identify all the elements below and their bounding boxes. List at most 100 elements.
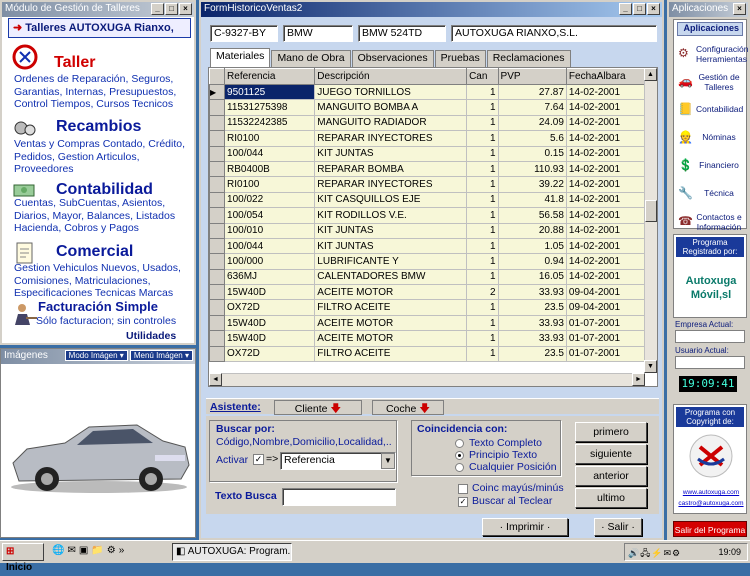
scroll-left-button[interactable]: ◄ bbox=[209, 373, 222, 386]
table-cell[interactable]: RB0400B bbox=[224, 161, 316, 178]
coincidencia-radio[interactable] bbox=[455, 439, 464, 448]
table-cell[interactable]: 14-02-2001 bbox=[566, 161, 652, 178]
utilidades-link[interactable]: Utilidades bbox=[126, 330, 176, 342]
table-cell[interactable]: 14-02-2001 bbox=[566, 84, 652, 101]
table-row[interactable]: 100/054 KIT RODILLOS V.E. 1 56.58 14-02-2001… bbox=[209, 207, 657, 224]
row-indicator[interactable]: ▶ bbox=[209, 83, 226, 101]
table-cell[interactable]: 1.05 bbox=[498, 238, 567, 255]
ultimo-button[interactable]: ultimo bbox=[575, 488, 647, 508]
table-cell[interactable]: 14-02-2001 bbox=[566, 99, 652, 116]
table-cell[interactable]: 100/010 bbox=[224, 223, 316, 239]
table-cell[interactable]: MANGUITO RADIADOR bbox=[314, 115, 468, 132]
tray-icons[interactable]: 🔊🖧⚡✉⚙ bbox=[628, 546, 681, 562]
activar-checkbox[interactable]: ✓ bbox=[253, 454, 264, 465]
table-cell[interactable]: 11532242385 bbox=[224, 115, 316, 132]
table-cell[interactable]: 1 bbox=[466, 299, 499, 316]
app-item[interactable]: Financiero bbox=[674, 160, 746, 170]
row-indicator[interactable] bbox=[209, 222, 226, 239]
table-cell[interactable]: 11531275398 bbox=[224, 99, 316, 116]
close-button[interactable]: × bbox=[733, 3, 746, 15]
table-cell[interactable]: 14-02-2001 bbox=[566, 146, 652, 162]
table-cell[interactable]: 100/000 bbox=[224, 253, 316, 270]
coincidencia-radio[interactable] bbox=[455, 463, 464, 472]
row-indicator[interactable] bbox=[209, 237, 226, 255]
table-cell[interactable]: 01-07-2001 bbox=[566, 330, 652, 347]
table-cell[interactable]: 09-04-2001 bbox=[566, 284, 652, 301]
table-cell[interactable]: 1 bbox=[466, 176, 499, 193]
table-cell[interactable]: 14-02-2001 bbox=[566, 192, 652, 209]
explorer-icon[interactable]: 📁 bbox=[91, 545, 103, 556]
table-cell[interactable]: 15W40D bbox=[224, 284, 316, 301]
table-row[interactable]: 15W40DACEITE MOTOR233.9309-04-2001640002… bbox=[209, 284, 657, 301]
table-row[interactable]: 15W40DACEITE MOTOR133.9301-07-2001783002… bbox=[209, 330, 657, 347]
table-cell[interactable]: MANGUITO BOMBA A bbox=[314, 99, 468, 116]
email-link[interactable]: castro@autoxuga.com bbox=[676, 500, 746, 507]
table-cell[interactable]: 33.93 bbox=[498, 330, 567, 347]
app-item[interactable]: Contabilidad bbox=[674, 104, 746, 114]
row-indicator[interactable] bbox=[209, 253, 226, 270]
table-row[interactable]: 15W40DACEITE MOTOR133.9301-07-2001721002… bbox=[209, 314, 657, 332]
table-cell[interactable]: 16.05 bbox=[498, 269, 567, 286]
table-row[interactable]: 100/044KIT JUNTAS11.0514-02-200161490200… bbox=[209, 237, 657, 255]
table-cell[interactable]: 09-04-2001 bbox=[566, 299, 652, 316]
table-cell[interactable]: ACEITE MOTOR bbox=[314, 330, 468, 347]
table-cell[interactable]: ACEITE MOTOR bbox=[314, 284, 468, 301]
scroll-up-button[interactable]: ▲ bbox=[644, 68, 657, 81]
table-cell[interactable]: 1 bbox=[466, 207, 499, 224]
module-taller[interactable]: Taller Ordenes de Reparación, Seguros, G… bbox=[12, 42, 192, 112]
table-cell[interactable]: 0.15 bbox=[498, 146, 567, 162]
app-item[interactable]: Configuración Herramientas bbox=[674, 44, 748, 64]
scroll-thumb[interactable] bbox=[645, 200, 657, 222]
table-row[interactable]: RB0400BREPARAR BOMBA1110.9314-02-2001614… bbox=[209, 160, 657, 178]
tab-observaciones[interactable]: Observaciones bbox=[351, 50, 434, 67]
table-cell[interactable]: 1 bbox=[466, 130, 499, 147]
table-cell[interactable]: KIT JUNTAS bbox=[314, 146, 468, 162]
table-cell[interactable]: RI0100 bbox=[224, 176, 316, 193]
modelo-field[interactable]: BMW 524TD bbox=[358, 25, 446, 42]
table-row[interactable]: 100/000LUBRIFICANTE Y10.9414-02-20016149… bbox=[209, 253, 657, 270]
close-button[interactable]: × bbox=[179, 3, 192, 15]
imprimir-button[interactable]: · Imprimir · bbox=[482, 518, 568, 536]
table-cell[interactable]: REPARAR INYECTORES bbox=[314, 176, 468, 193]
column-header[interactable]: PVP bbox=[497, 68, 567, 85]
table-cell[interactable]: 1 bbox=[466, 192, 499, 209]
module-recambios[interactable]: Recambios Ventas y Compras Contado, Créd… bbox=[12, 114, 192, 176]
row-indicator[interactable] bbox=[209, 284, 226, 301]
table-cell[interactable]: 1 bbox=[466, 346, 499, 363]
table-cell[interactable]: KIT CASQUILLOS EJE bbox=[314, 192, 468, 209]
row-indicator[interactable] bbox=[209, 207, 226, 224]
app-item[interactable]: Contactos e Información bbox=[674, 212, 746, 232]
modo-imagen-button[interactable]: Modo Imágen ▾ bbox=[64, 350, 128, 361]
tab-reclamaciones[interactable]: Reclamaciones bbox=[486, 50, 571, 67]
table-cell[interactable]: 1 bbox=[466, 315, 499, 332]
table-row[interactable]: ▶9501125JUEGO TORNILLOS127.8714-02-20016… bbox=[209, 83, 657, 101]
row-indicator[interactable] bbox=[209, 191, 226, 209]
table-cell[interactable]: 100/022 bbox=[224, 192, 316, 209]
table-cell[interactable]: 01-07-2001 bbox=[566, 315, 652, 332]
app-item[interactable]: Técnica bbox=[674, 188, 746, 198]
table-cell[interactable]: 2 bbox=[466, 284, 499, 301]
table-cell[interactable]: 15W40D bbox=[224, 315, 316, 332]
siguiente-button[interactable]: siguiente bbox=[575, 444, 647, 464]
table-cell[interactable]: 20.88 bbox=[498, 223, 567, 239]
table-cell[interactable]: OX72D bbox=[224, 346, 316, 363]
row-indicator[interactable] bbox=[209, 330, 226, 347]
table-row[interactable]: 11532242385 MANGUITO RADIADOR 1 24.09 14-02-… bbox=[209, 114, 657, 132]
maximize-button[interactable]: □ bbox=[633, 3, 646, 15]
table-cell[interactable]: 1 bbox=[466, 99, 499, 116]
row-indicator[interactable] bbox=[209, 160, 226, 178]
table-cell[interactable]: 1 bbox=[466, 330, 499, 347]
table-cell[interactable]: 14-02-2001 bbox=[566, 115, 652, 132]
table-cell[interactable]: 14-02-2001 bbox=[566, 176, 652, 193]
module-contabilidad[interactable]: Contabilidad Cuentas, SubCuentas, Asient… bbox=[12, 177, 192, 239]
table-cell[interactable]: 39.22 bbox=[498, 176, 567, 193]
more-icon[interactable]: » bbox=[119, 545, 125, 556]
column-header[interactable]: Can bbox=[466, 68, 499, 85]
table-cell[interactable]: 01-07-2001 bbox=[566, 346, 652, 363]
table-cell[interactable]: 100/044 bbox=[224, 238, 316, 255]
tab-pruebas[interactable]: Pruebas bbox=[434, 50, 486, 67]
desktop-icon[interactable]: ▣ bbox=[79, 545, 88, 556]
table-cell[interactable]: KIT JUNTAS bbox=[314, 238, 468, 255]
anterior-button[interactable]: anterior bbox=[575, 466, 647, 486]
table-row[interactable]: 100/022 KIT CASQUILLOS EJE 1 41.8 14-02-2001… bbox=[209, 191, 657, 209]
